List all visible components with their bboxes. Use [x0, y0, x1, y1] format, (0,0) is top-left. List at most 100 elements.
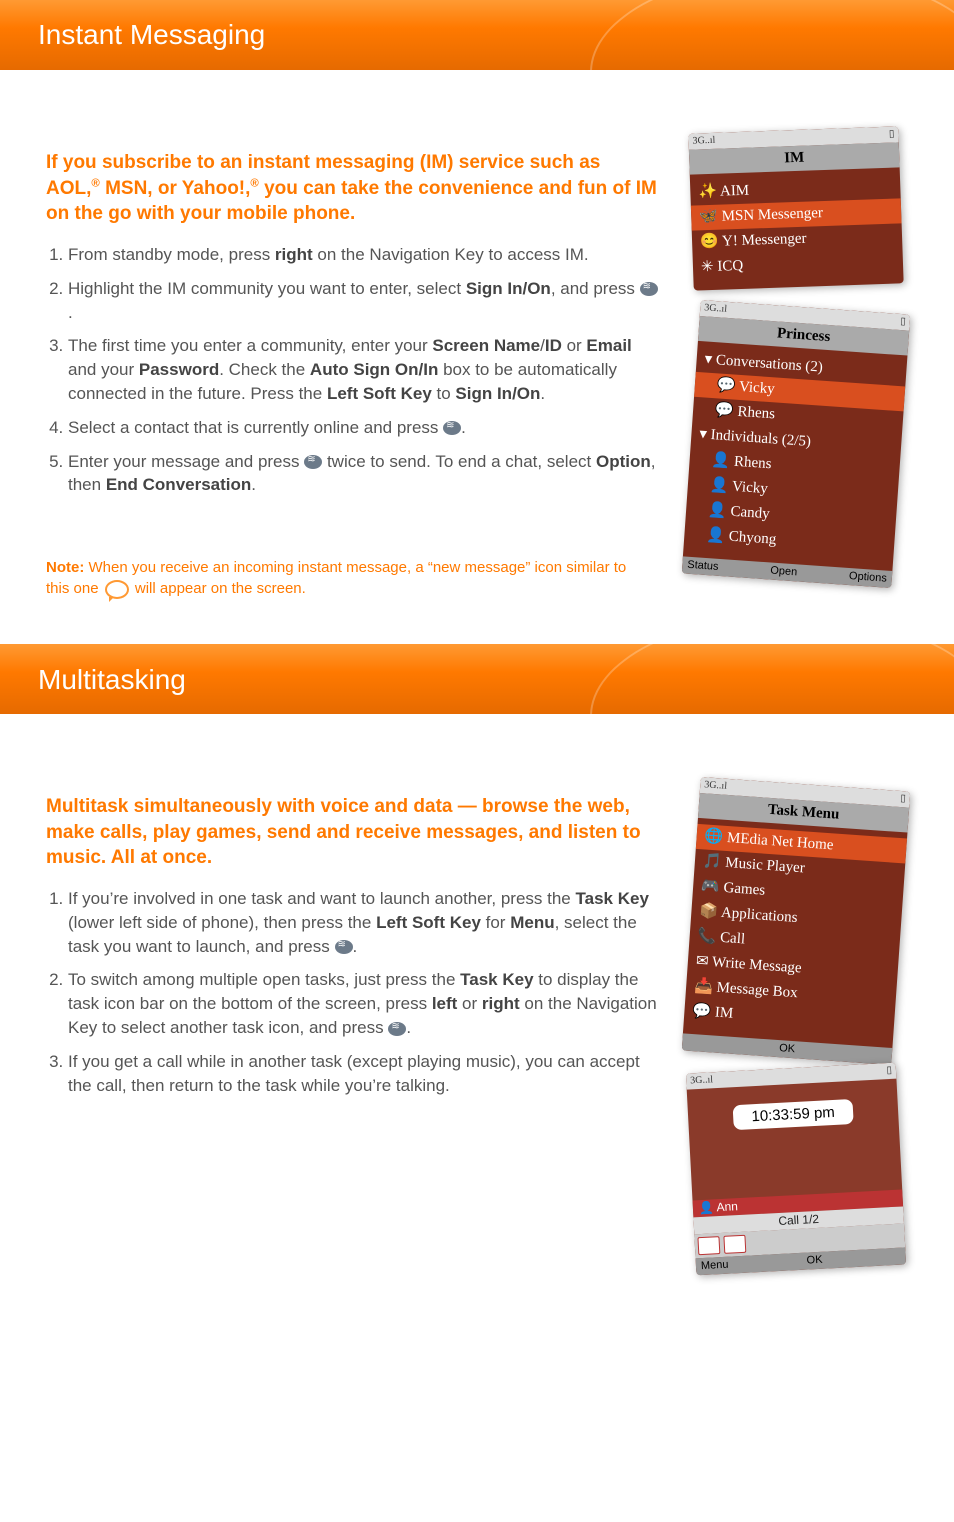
multi-step-2: To switch among multiple open tasks, jus…: [68, 968, 658, 1039]
multi-phone-shot-2: 3G..ıl▯ 10:33:59 pm 👤 Ann Call 1/2 Menu …: [686, 1063, 906, 1276]
key-screen-name: Screen Name: [432, 336, 540, 355]
multi-steps: If you’re involved in one task and want …: [46, 887, 658, 1097]
label: Games: [723, 880, 766, 899]
label: ICQ: [717, 258, 743, 275]
text: The first time you enter a community, en…: [68, 336, 432, 355]
multi-step-3: If you get a call while in another task …: [68, 1050, 658, 1098]
clock: 10:33:59 pm: [733, 1099, 854, 1130]
task-icon-1: [697, 1236, 720, 1255]
text: .: [540, 384, 545, 403]
signal-icon: 3G..ıl: [704, 301, 728, 317]
battery-icon: ▯: [900, 315, 906, 329]
ok-key-icon: [335, 940, 353, 954]
multi-image-column: 3G..ıl▯ Task Menu 🌐 MEdia Net Home 🎵 Mus…: [676, 754, 916, 1270]
label: Rhens: [734, 454, 773, 473]
label: Music Player: [725, 855, 806, 877]
im-steps: From standby mode, press right on the Na…: [46, 243, 658, 497]
task-icon-2: [723, 1235, 746, 1254]
label: Applications: [720, 905, 798, 926]
label: Write Message: [711, 954, 802, 976]
text: .: [461, 418, 466, 437]
buddy-list: ▾ Conversations (2) 💬 Vicky 💬 Rhens ▾ In…: [683, 341, 908, 571]
im-step-5: Enter your message and press twice to se…: [68, 450, 658, 498]
key-sign-in: Sign In/On: [466, 279, 551, 298]
key-task-key: Task Key: [460, 970, 533, 989]
key-left-soft: Left Soft Key: [327, 384, 432, 403]
caller-name: Ann: [716, 1200, 738, 1215]
softkey-options: Options: [848, 569, 887, 587]
note-label: Note:: [46, 559, 84, 576]
text: for: [481, 913, 510, 932]
multi-subhead: Multitask simultaneously with voice and …: [46, 794, 658, 871]
text: .: [406, 1018, 411, 1037]
section-bar-multi: Multitasking: [0, 644, 954, 714]
label: Vicky: [731, 479, 768, 497]
text: .: [353, 937, 358, 956]
key-email: Email: [586, 336, 631, 355]
softkey-open: Open: [770, 564, 798, 581]
text: or: [562, 336, 587, 355]
text: Enter your message and press: [68, 452, 304, 471]
im-step-2: Highlight the IM community you want to e…: [68, 277, 658, 325]
im-phone-shot-1: 3G..ıl▯ IM ✨ AIM 🦋 MSN Messenger 😊 Y! Me…: [688, 126, 903, 290]
label: AIM: [720, 183, 750, 200]
new-message-icon: [105, 580, 129, 599]
softkey-ok: OK: [806, 1253, 823, 1269]
ok-key-icon: [640, 282, 658, 296]
key-end-conv: End Conversation: [106, 475, 251, 494]
key-right: right: [482, 994, 520, 1013]
text: and your: [68, 360, 139, 379]
label: Conversations (2): [715, 352, 823, 375]
task-menu-list: 🌐 MEdia Net Home 🎵 Music Player 🎮 Games …: [683, 818, 908, 1048]
section-bar-im: Instant Messaging: [0, 0, 954, 70]
signal-icon: 3G..ıl: [690, 1074, 713, 1089]
im-content: If you subscribe to an instant messaging…: [0, 70, 954, 644]
im-service-list: ✨ AIM 🦋 MSN Messenger 😊 Y! Messenger ✳ I…: [690, 167, 904, 290]
label: Vicky: [738, 379, 775, 397]
im-subhead: If you subscribe to an instant messaging…: [46, 150, 658, 227]
text: Highlight the IM community you want to e…: [68, 279, 466, 298]
key-menu: Menu: [510, 913, 554, 932]
softkey-status: Status: [687, 558, 719, 576]
label: Candy: [730, 504, 770, 523]
label: Call: [720, 930, 746, 948]
key-right: right: [275, 245, 313, 264]
ok-key-icon: [388, 1022, 406, 1036]
multi-text-column: Multitask simultaneously with voice and …: [46, 754, 676, 1270]
key-task-key: Task Key: [576, 889, 649, 908]
reg-mark-2: ®: [250, 177, 258, 189]
text: Select a contact that is currently onlin…: [68, 418, 443, 437]
im-step-1: From standby mode, press right on the Na…: [68, 243, 658, 267]
text: From standby mode, press: [68, 245, 275, 264]
key-password: Password: [139, 360, 219, 379]
section-title-multi: Multitasking: [38, 660, 186, 699]
reg-mark-1: ®: [91, 177, 99, 189]
label: Message Box: [716, 980, 798, 1002]
label: Rhens: [737, 404, 776, 423]
multi-step-1: If you’re involved in one task and want …: [68, 887, 658, 958]
ok-key-icon: [304, 455, 322, 469]
key-id: ID: [545, 336, 562, 355]
ok-key-icon: [443, 421, 461, 435]
text: To switch among multiple open tasks, jus…: [68, 970, 460, 989]
text: If you’re involved in one task and want …: [68, 889, 576, 908]
text: .: [68, 303, 73, 322]
softkey-menu: Menu: [701, 1258, 729, 1275]
battery-icon: ▯: [889, 128, 895, 142]
text: , and press: [551, 279, 640, 298]
im-text-column: If you subscribe to an instant messaging…: [46, 110, 676, 614]
text: twice to send. To end a chat, select: [322, 452, 596, 471]
text: on the Navigation Key to access IM.: [313, 245, 589, 264]
key-auto-sign: Auto Sign On/In: [310, 360, 438, 379]
im-step-4: Select a contact that is currently onlin…: [68, 416, 658, 440]
multi-content: Multitask simultaneously with voice and …: [0, 714, 954, 1300]
im-subhead-part2: MSN, or Yahoo!,: [100, 178, 251, 199]
im-service-icq: ✳ ICQ: [701, 249, 896, 281]
im-note: Note: When you receive an incoming insta…: [46, 557, 636, 599]
im-step-3: The first time you enter a community, en…: [68, 334, 658, 405]
label: Individuals (2/5): [710, 427, 811, 450]
signal-icon: 3G..ıl: [692, 134, 715, 149]
signal-icon: 3G..ıl: [704, 778, 728, 794]
phone-status-bar: 3G..ıl▯: [686, 1063, 897, 1090]
im-image-column: 3G..ıl▯ IM ✨ AIM 🦋 MSN Messenger 😊 Y! Me…: [676, 110, 916, 614]
